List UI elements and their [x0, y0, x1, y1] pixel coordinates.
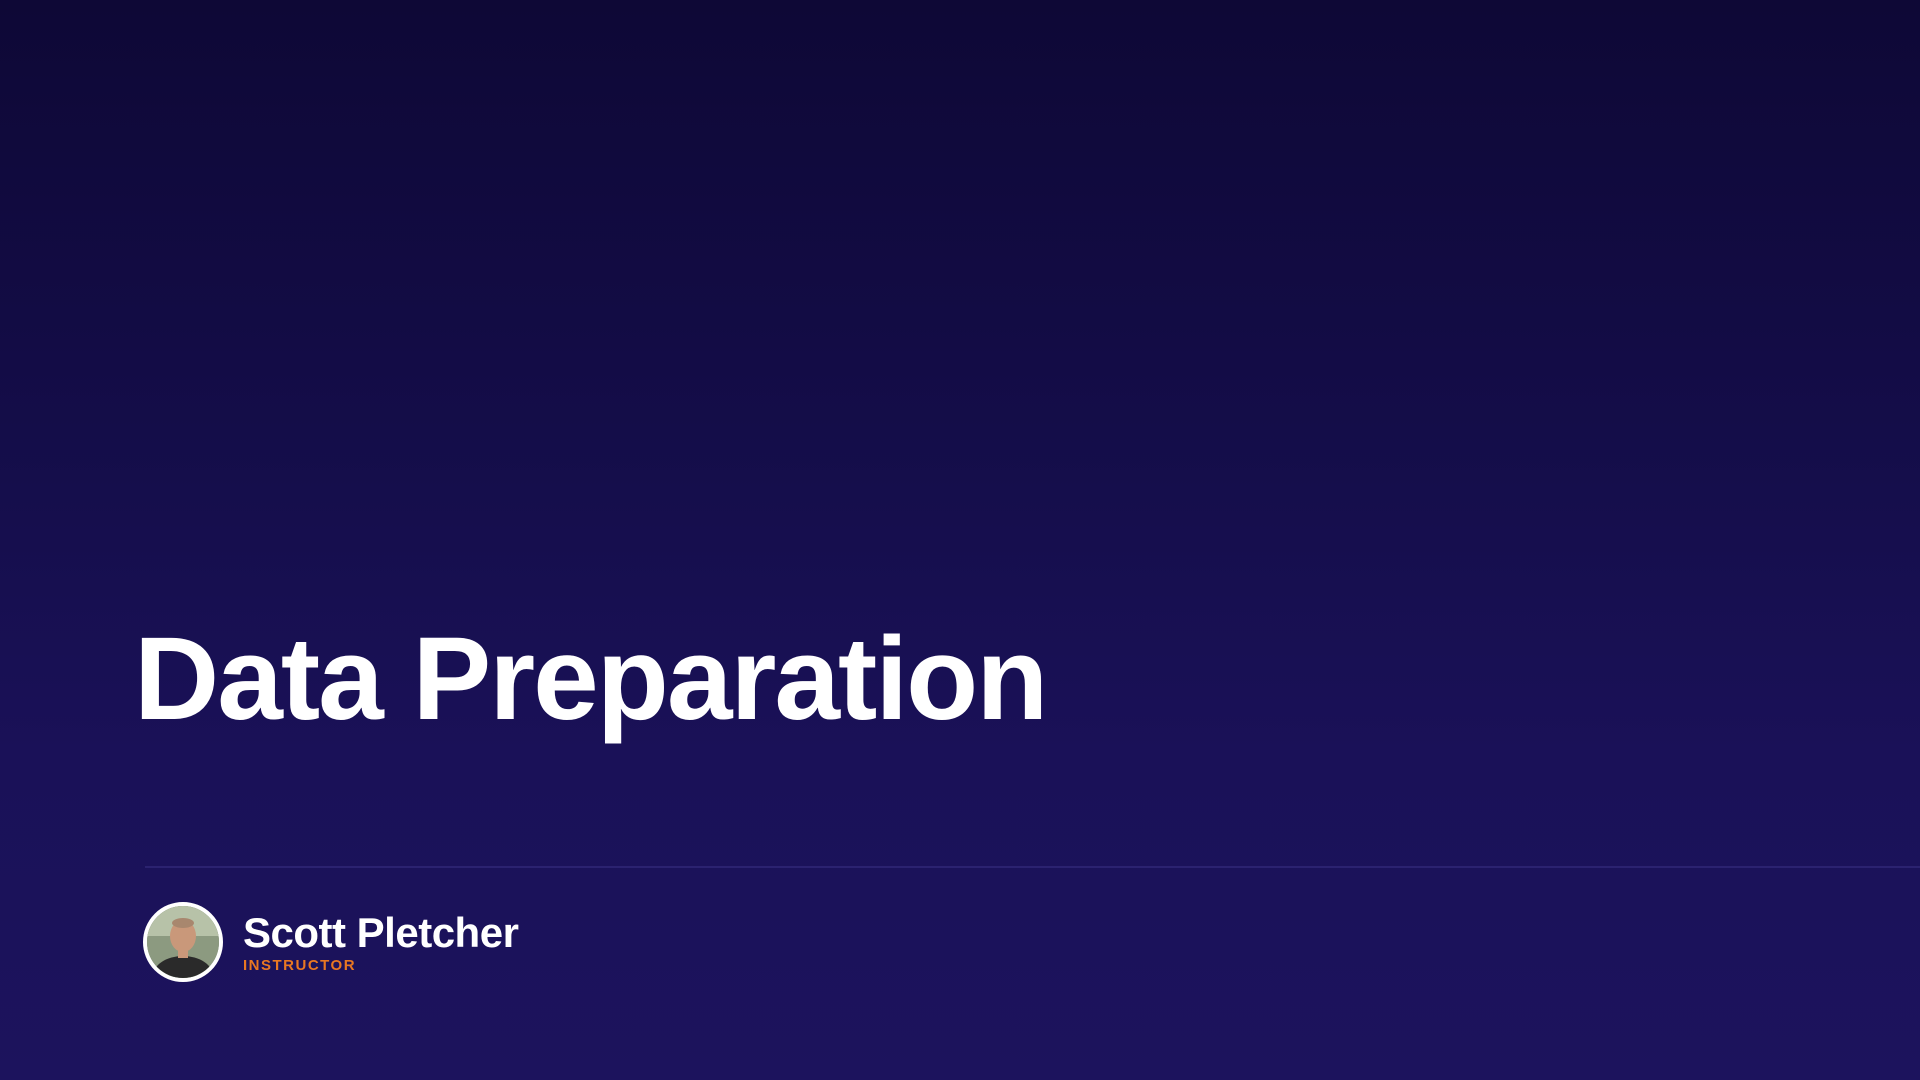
title-slide: Data Preparation Scott Pletcher INSTRUCT… [0, 0, 1920, 1080]
presenter-text: Scott Pletcher INSTRUCTOR [243, 908, 519, 974]
divider-line [145, 866, 1920, 868]
presenter-name: Scott Pletcher [243, 908, 519, 956]
presenter-info: Scott Pletcher INSTRUCTOR [143, 902, 519, 982]
person-photo-icon [147, 906, 219, 978]
avatar [143, 902, 223, 982]
presenter-role: INSTRUCTOR [243, 956, 357, 974]
slide-title: Data Preparation [134, 613, 1048, 745]
